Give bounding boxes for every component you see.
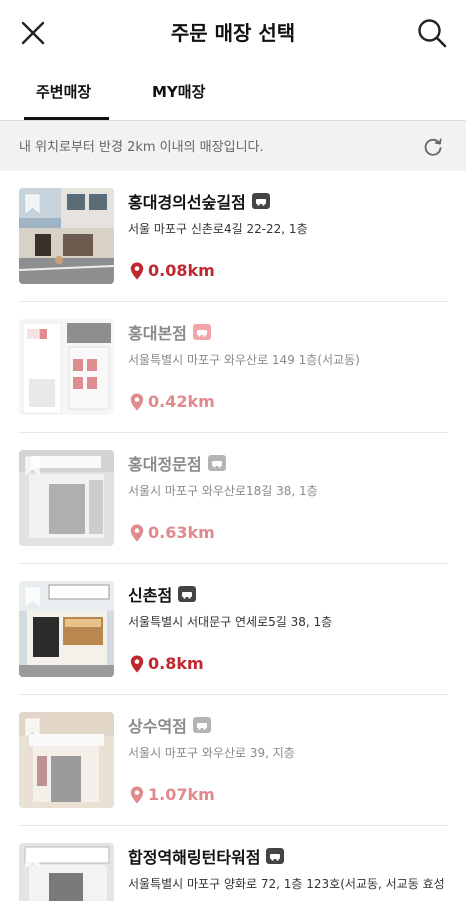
store-item[interactable]: 홍대경의선숲길점 서울 마포구 신촌로4길 22-22, 1층 0.08km	[18, 171, 448, 302]
location-pin-icon	[130, 655, 144, 672]
store-address: 서울 마포구 신촌로4길 22-22, 1층	[128, 222, 308, 236]
location-pin-icon	[130, 393, 144, 410]
bookmark-icon[interactable]	[25, 718, 40, 737]
store-photo	[19, 450, 114, 546]
store-name-row: 상수역점	[128, 714, 211, 736]
app-header: 주문 매장 선택	[0, 0, 466, 66]
bookmark-icon[interactable]	[25, 587, 40, 606]
drive-thru-badge-icon	[266, 848, 285, 864]
store-item[interactable]: 합정역해링턴타워점 서울특별시 마포구 양화로 72, 1층 123호(서교동,…	[18, 826, 448, 901]
distance-value: 1.07km	[148, 785, 215, 804]
store-item[interactable]: 홍대정문점 서울시 마포구 와우산로18길 38, 1층 0.63km	[18, 433, 448, 564]
store-address: 서울시 마포구 와우산로18길 38, 1층	[128, 484, 318, 498]
store-name-row: 홍대경의선숲길점	[128, 190, 270, 212]
store-list: 홍대경의선숲길점 서울 마포구 신촌로4길 22-22, 1층 0.08km 홍…	[0, 171, 466, 901]
radius-info-text: 내 위치로부터 반경 2km 이내의 매장입니다.	[19, 140, 264, 155]
location-pin-icon	[130, 524, 144, 541]
drive-thru-badge-icon	[251, 193, 270, 209]
page-title: 주문 매장 선택	[170, 21, 296, 45]
store-tabs: 주변매장 MY매장	[0, 66, 466, 121]
store-item[interactable]: 상수역점 서울시 마포구 와우산로 39, 지층 1.07km	[18, 695, 448, 826]
store-distance: 0.42km	[130, 392, 215, 411]
drive-thru-badge-icon	[207, 455, 226, 471]
bookmark-icon[interactable]	[25, 456, 40, 475]
store-name: 홍대경의선숲길점	[128, 193, 246, 212]
distance-value: 0.42km	[148, 392, 215, 411]
bookmark-icon[interactable]	[25, 325, 40, 344]
store-distance: 0.08km	[130, 261, 215, 280]
store-photo	[19, 319, 114, 415]
store-address: 서울특별시 서대문구 연세로5길 38, 1층	[128, 615, 333, 629]
tab-nearby-stores[interactable]: 주변매장	[36, 81, 91, 102]
distance-value: 0.08km	[148, 261, 215, 280]
location-pin-icon	[130, 786, 144, 803]
search-icon[interactable]	[416, 17, 448, 49]
store-name-row: 홍대정문점	[128, 452, 226, 474]
distance-value: 0.63km	[148, 523, 215, 542]
store-address: 서울시 마포구 와우산로 39, 지층	[128, 746, 295, 760]
store-photo	[19, 843, 114, 901]
store-name-row: 신촌점	[128, 583, 197, 605]
store-photo	[19, 581, 114, 677]
radius-info-bar: 내 위치로부터 반경 2km 이내의 매장입니다.	[0, 121, 466, 171]
distance-value: 0.8km	[148, 654, 204, 673]
store-photo	[19, 712, 114, 808]
store-name-row: 홍대본점	[128, 321, 211, 343]
bookmark-icon[interactable]	[25, 849, 40, 868]
store-name: 상수역점	[128, 717, 187, 736]
store-item[interactable]: 홍대본점 서울특별시 마포구 와우산로 149 1층(서교동) 0.42km	[18, 302, 448, 433]
store-name: 합정역해링턴타워점	[128, 848, 261, 867]
active-tab-indicator	[24, 117, 109, 120]
store-photo	[19, 188, 114, 284]
refresh-icon[interactable]	[422, 136, 444, 158]
bookmark-icon[interactable]	[25, 194, 40, 213]
store-item[interactable]: 신촌점 서울특별시 서대문구 연세로5길 38, 1층 0.8km	[18, 564, 448, 695]
tab-my-stores[interactable]: MY매장	[152, 81, 205, 102]
store-name-row: 합정역해링턴타워점	[128, 845, 285, 867]
store-name: 신촌점	[128, 586, 173, 605]
store-distance: 0.63km	[130, 523, 215, 542]
store-distance: 1.07km	[130, 785, 215, 804]
store-distance: 0.8km	[130, 654, 204, 673]
store-name: 홍대정문점	[128, 455, 202, 474]
store-address: 서울특별시 마포구 양화로 72, 1층 123호(서교동, 서교동 효성	[128, 877, 445, 891]
store-name: 홍대본점	[128, 324, 187, 343]
drive-thru-badge-icon	[192, 324, 211, 340]
drive-thru-badge-icon	[192, 717, 211, 733]
drive-thru-badge-icon	[178, 586, 197, 602]
store-address: 서울특별시 마포구 와우산로 149 1층(서교동)	[128, 353, 360, 367]
location-pin-icon	[130, 262, 144, 279]
